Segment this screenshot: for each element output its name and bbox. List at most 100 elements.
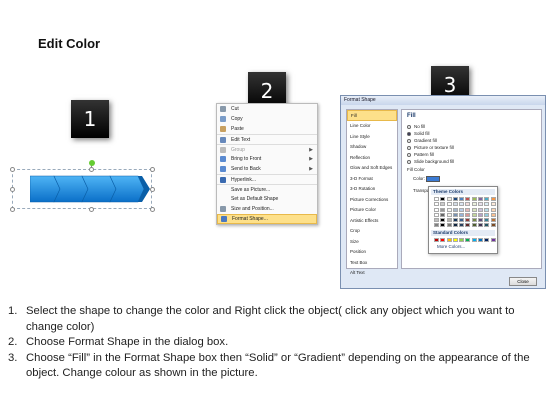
color-swatch[interactable]	[484, 202, 490, 207]
color-swatch[interactable]	[446, 223, 452, 228]
color-swatch[interactable]	[434, 202, 439, 207]
category-picture-corrections[interactable]: Picture Corrections	[347, 194, 397, 205]
rotation-handle[interactable]	[89, 160, 95, 166]
color-swatch[interactable]	[459, 223, 465, 228]
category-glow[interactable]: Glow and Soft Edges	[347, 163, 397, 174]
color-swatch[interactable]	[452, 212, 458, 217]
option-solid-fill[interactable]: Solid fill	[407, 130, 536, 137]
color-swatch[interactable]	[465, 207, 471, 212]
category-line-style[interactable]: Line Style	[347, 131, 397, 142]
resize-handle[interactable]	[150, 207, 155, 212]
color-swatch[interactable]	[484, 238, 490, 243]
menu-item-edit-text[interactable]: Edit Text	[217, 134, 317, 144]
category-position[interactable]: Position	[347, 247, 397, 258]
color-swatch[interactable]	[434, 197, 439, 201]
color-swatch[interactable]	[484, 223, 490, 228]
category-picture-color[interactable]: Picture Color	[347, 205, 397, 216]
option-slide-background-fill[interactable]: Slide background fill	[407, 158, 536, 165]
resize-handle[interactable]	[89, 207, 94, 212]
color-swatch[interactable]	[465, 212, 471, 217]
color-swatch[interactable]	[446, 202, 452, 207]
color-swatch[interactable]	[434, 238, 439, 243]
chevron-arrow-shape[interactable]	[30, 174, 155, 204]
color-swatch[interactable]	[440, 223, 446, 228]
color-swatch[interactable]	[478, 212, 484, 217]
color-swatch[interactable]	[471, 207, 477, 212]
color-swatch[interactable]	[490, 223, 496, 228]
color-swatch[interactable]	[490, 197, 496, 201]
menu-item-size-position[interactable]: Size and Position...	[217, 204, 317, 214]
menu-item-save-as-picture[interactable]: Save as Picture...	[217, 184, 317, 194]
color-swatch[interactable]	[440, 207, 446, 212]
category-crop[interactable]: Crop	[347, 226, 397, 237]
option-picture-fill[interactable]: Picture or texture fill	[407, 144, 536, 151]
color-swatch[interactable]	[490, 202, 496, 207]
color-swatch[interactable]	[490, 238, 496, 243]
color-swatch[interactable]	[446, 197, 452, 201]
category-3d-format[interactable]: 3-D Format	[347, 173, 397, 184]
color-swatch[interactable]	[440, 197, 446, 201]
menu-item-group[interactable]: Group ▶	[217, 144, 317, 154]
category-text-box[interactable]: Text Box	[347, 257, 397, 268]
close-button[interactable]: Close	[509, 277, 537, 286]
category-alt-text[interactable]: Alt Text	[347, 268, 397, 279]
option-pattern-fill[interactable]: Pattern fill	[407, 151, 536, 158]
menu-item-bring-to-front[interactable]: Bring to Front ▶	[217, 154, 317, 164]
more-colors-link[interactable]: More Colors...	[431, 244, 495, 249]
color-swatch[interactable]	[446, 207, 452, 212]
color-swatch[interactable]	[471, 238, 477, 243]
color-swatch[interactable]	[478, 223, 484, 228]
category-fill[interactable]: Fill	[347, 110, 397, 121]
color-swatch[interactable]	[471, 223, 477, 228]
color-swatch[interactable]	[459, 202, 465, 207]
color-swatch[interactable]	[434, 212, 439, 217]
category-shadow[interactable]: Shadow	[347, 142, 397, 153]
color-swatch[interactable]	[478, 207, 484, 212]
color-swatch[interactable]	[465, 223, 471, 228]
menu-item-paste[interactable]: Paste	[217, 124, 317, 134]
color-swatch[interactable]	[465, 197, 471, 201]
color-swatch[interactable]	[452, 197, 458, 201]
color-swatch[interactable]	[459, 197, 465, 201]
color-swatch[interactable]	[434, 218, 439, 223]
color-swatch[interactable]	[465, 238, 471, 243]
color-swatch[interactable]	[452, 207, 458, 212]
color-swatch[interactable]	[484, 218, 490, 223]
color-swatch[interactable]	[452, 238, 458, 243]
color-swatch[interactable]	[440, 238, 446, 243]
color-swatch[interactable]	[471, 212, 477, 217]
color-swatch[interactable]	[490, 212, 496, 217]
option-gradient-fill[interactable]: Gradient fill	[407, 137, 536, 144]
resize-handle[interactable]	[10, 207, 15, 212]
color-swatch[interactable]	[465, 218, 471, 223]
color-swatch[interactable]	[452, 223, 458, 228]
color-swatch[interactable]	[484, 197, 490, 201]
resize-handle[interactable]	[10, 187, 15, 192]
menu-item-send-to-back[interactable]: Send to Back ▶	[217, 164, 317, 174]
category-size[interactable]: Size	[347, 236, 397, 247]
color-swatch[interactable]	[434, 207, 439, 212]
color-swatch[interactable]	[446, 212, 452, 217]
color-swatch[interactable]	[471, 197, 477, 201]
category-line-color[interactable]: Line Color	[347, 121, 397, 132]
color-swatch[interactable]	[459, 212, 465, 217]
menu-item-hyperlink[interactable]: Hyperlink...	[217, 174, 317, 184]
category-3d-rotation[interactable]: 3-D Rotation	[347, 184, 397, 195]
color-swatch[interactable]	[440, 218, 446, 223]
color-swatch[interactable]	[446, 218, 452, 223]
category-artistic-effects[interactable]: Artistic Effects	[347, 215, 397, 226]
color-swatch[interactable]	[465, 202, 471, 207]
color-swatch[interactable]	[478, 202, 484, 207]
color-swatch[interactable]	[478, 197, 484, 201]
color-swatch[interactable]	[484, 207, 490, 212]
color-swatch[interactable]	[446, 238, 452, 243]
menu-item-copy[interactable]: Copy	[217, 114, 317, 124]
color-swatch[interactable]	[459, 238, 465, 243]
color-swatch[interactable]	[452, 202, 458, 207]
color-swatch[interactable]	[490, 218, 496, 223]
resize-handle[interactable]	[89, 167, 94, 172]
color-swatch[interactable]	[484, 212, 490, 217]
color-swatch[interactable]	[440, 202, 446, 207]
resize-handle[interactable]	[150, 167, 155, 172]
color-picker-button[interactable]	[426, 176, 441, 182]
